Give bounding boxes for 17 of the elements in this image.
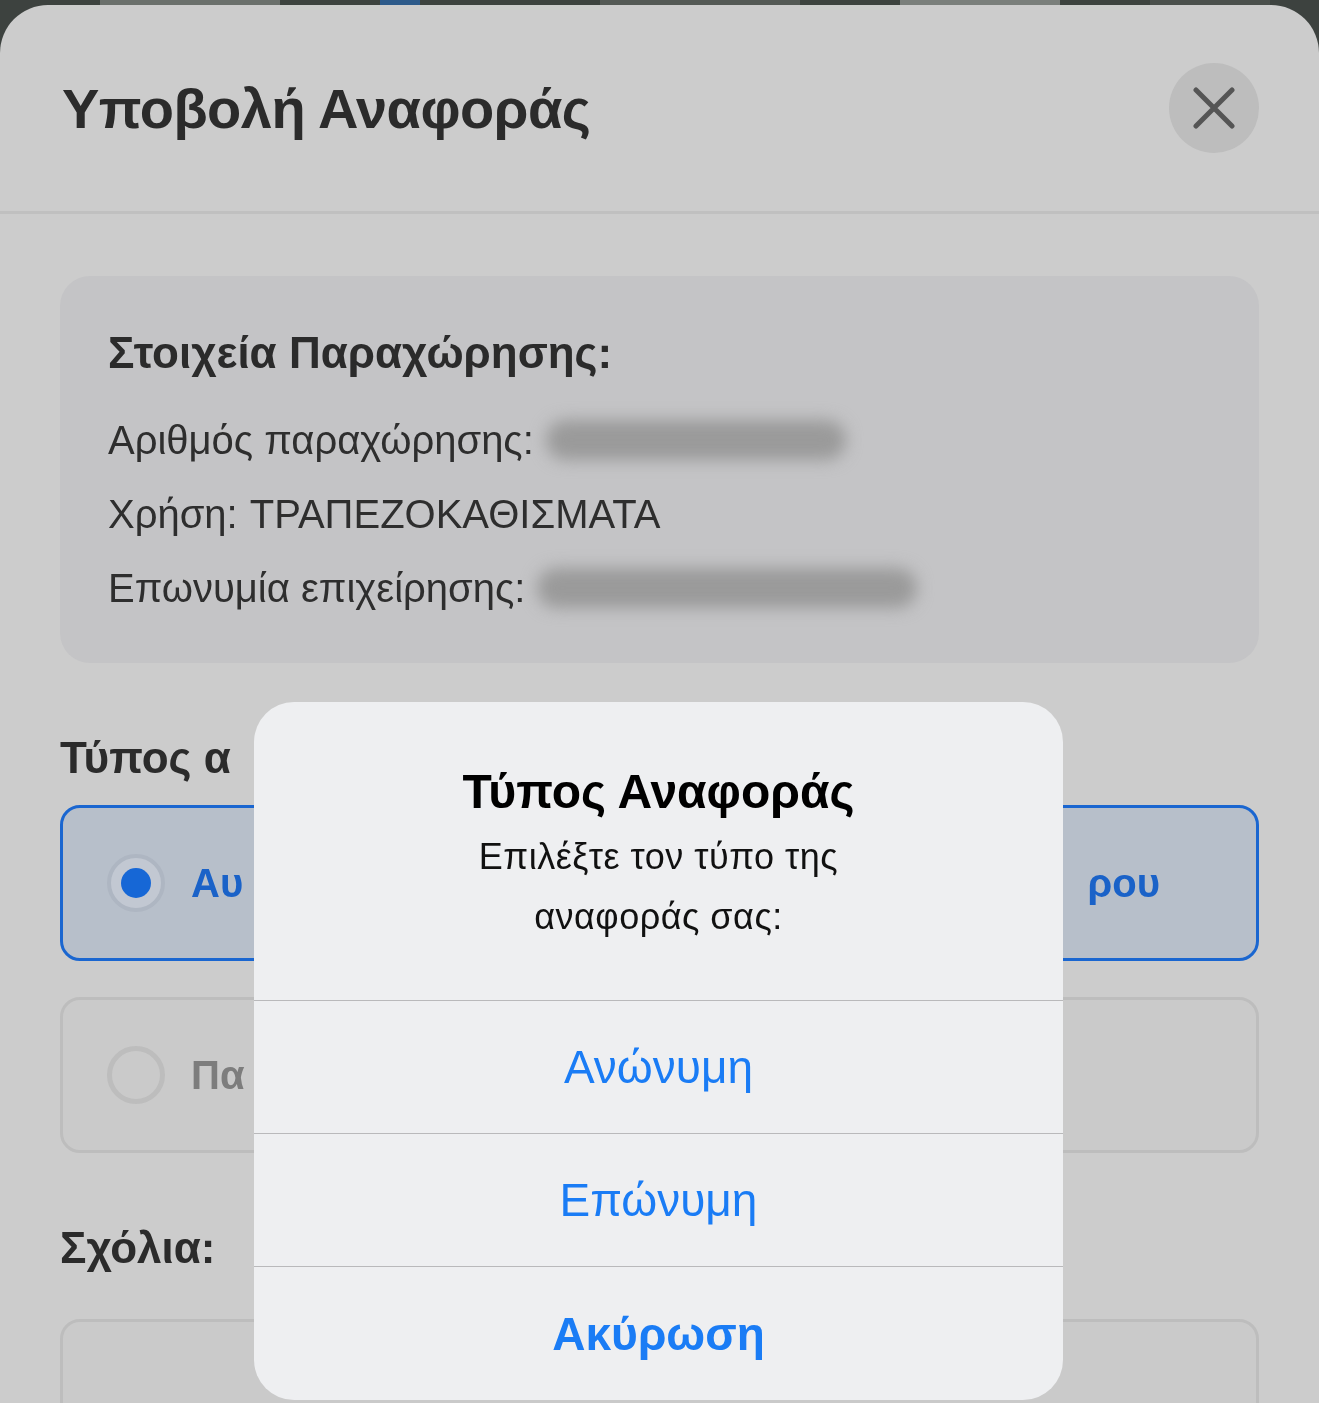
detail-value: ΤΡΑΠΕΖΟΚΑΘΙΣΜΑΤΑ — [249, 491, 661, 537]
detail-label: Αριθμός παραχώρησης: — [108, 417, 534, 463]
option-button[interactable]: Επώνυμη — [254, 1134, 1063, 1267]
sheet-title: Υποβολή Αναφοράς — [62, 75, 591, 141]
option-label: Αυ — [191, 860, 244, 906]
dialog-message: Επιλέξτε τον τύπο της αναφοράς σας: — [477, 835, 840, 939]
detail-label: Χρήση: — [108, 491, 238, 537]
section-heading: Τύπος α — [60, 733, 231, 782]
option-label: ρου — [1087, 860, 1160, 906]
detail-label: Επωνυμία επιχείρησης: — [108, 565, 526, 611]
section-heading: Σχόλια: — [60, 1223, 216, 1272]
dialog-title: Τύπος Αναφοράς — [462, 764, 855, 819]
cancel-button[interactable]: Ακύρωση — [254, 1267, 1063, 1400]
option-label: Πα — [191, 1052, 245, 1098]
details-heading: Στοιχεία Παραχώρησης: — [108, 328, 614, 378]
close-icon — [1193, 87, 1235, 129]
option-button[interactable]: Ανώνυμη — [254, 1001, 1063, 1134]
